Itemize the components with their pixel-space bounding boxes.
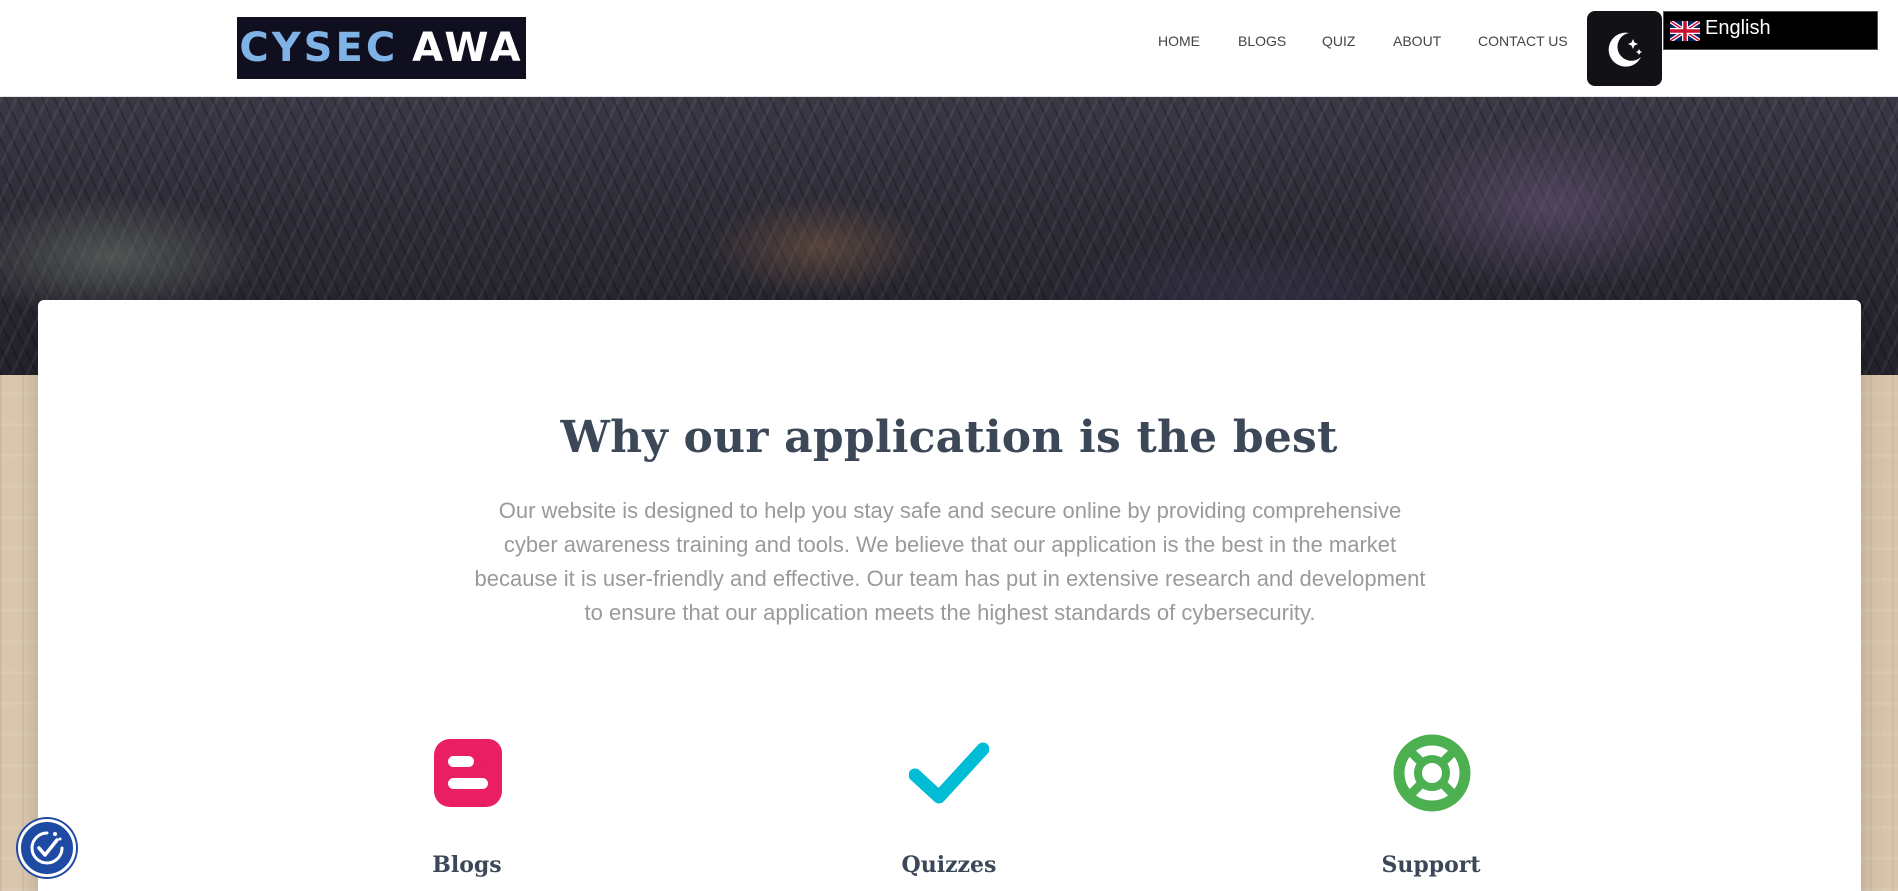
section-title: Why our application is the best: [560, 412, 1338, 463]
logo-text-cysec: CYSEC: [239, 25, 399, 71]
accessibility-button[interactable]: [18, 819, 76, 877]
dark-mode-toggle[interactable]: [1587, 11, 1662, 86]
nav-contact-us[interactable]: CONTACT US: [1478, 30, 1568, 52]
feature-title-quizzes: Quizzes: [901, 852, 997, 878]
site-header: CYSEC AWA HOME BLOGS QUIZ ABOUT CONTACT …: [0, 0, 1898, 97]
feature-title-support: Support: [1381, 852, 1481, 878]
site-logo[interactable]: CYSEC AWA: [237, 17, 526, 79]
feature-title-blogs: Blogs: [432, 852, 502, 878]
uk-flag-icon: [1670, 20, 1700, 41]
nav-home[interactable]: HOME: [1158, 30, 1200, 52]
accessibility-check-icon: [30, 831, 64, 865]
section-description: Our website is designed to help you stay…: [474, 498, 1426, 625]
language-label: English: [1705, 16, 1771, 39]
logo-text-awa: AWA: [412, 25, 524, 71]
lifebuoy-icon: [1392, 733, 1472, 813]
checkmark-icon: [909, 733, 989, 813]
nav-about[interactable]: ABOUT: [1393, 30, 1441, 52]
nav-quiz[interactable]: QUIZ: [1322, 30, 1355, 52]
language-selector[interactable]: English: [1663, 11, 1878, 50]
moon-stars-icon: [1608, 32, 1642, 67]
nav-blogs[interactable]: BLOGS: [1238, 30, 1286, 52]
blogger-icon: [428, 733, 508, 813]
